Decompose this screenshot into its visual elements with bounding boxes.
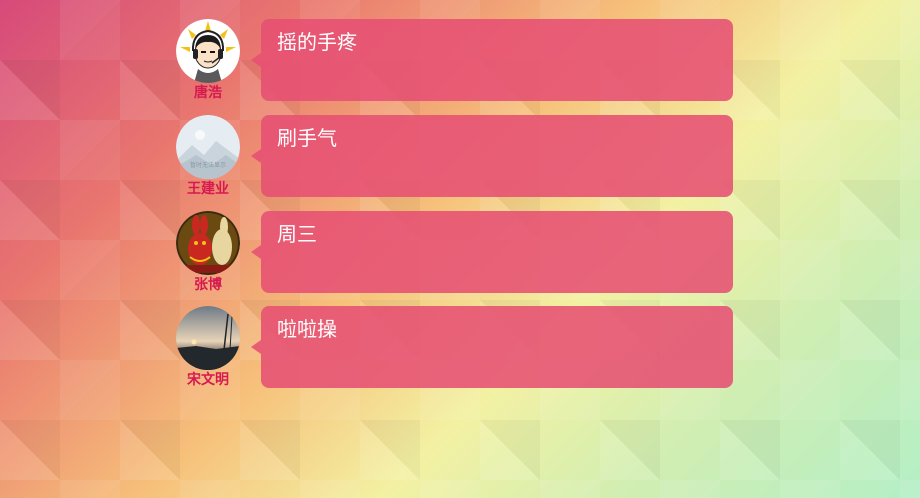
- avatar[interactable]: [176, 306, 240, 370]
- message-item: 唐浩 摇的手疼: [176, 19, 736, 103]
- message-text: 刷手气: [277, 126, 337, 150]
- sender-name: 宋文明: [187, 372, 229, 388]
- avatar[interactable]: 暂时无法显示: [176, 115, 240, 179]
- sender-info: 张博: [176, 211, 240, 293]
- message-bubble: 摇的手疼: [251, 19, 733, 101]
- message-text: 周三: [277, 222, 317, 246]
- sender-info: 暂时无法显示 王建业: [176, 115, 240, 197]
- message-item: 张博 周三: [176, 211, 736, 295]
- sender-info: 唐浩: [176, 19, 240, 101]
- sender-name: 张博: [194, 277, 222, 293]
- avatar[interactable]: [176, 211, 240, 275]
- sender-name: 王建业: [187, 181, 229, 197]
- avatar[interactable]: [176, 19, 240, 83]
- sender-info: 宋文明: [176, 306, 240, 388]
- message-item: 暂时无法显示 王建业 刷手气: [176, 115, 736, 199]
- avatar-caption: 暂时无法显示: [190, 161, 226, 169]
- message-bubble: 刷手气: [251, 115, 733, 197]
- message-text: 啦啦操: [277, 317, 337, 341]
- message-list: 唐浩 摇的手疼 暂时无法显示 王建业 刷手气 张博 周三 宋文明 啦啦操: [0, 0, 920, 498]
- page: 唐浩 摇的手疼 暂时无法显示 王建业 刷手气 张博 周三 宋文明 啦啦操: [0, 0, 920, 498]
- message-item: 宋文明 啦啦操: [176, 306, 736, 390]
- message-bubble: 啦啦操: [251, 306, 733, 388]
- sender-name: 唐浩: [194, 85, 222, 101]
- message-text: 摇的手疼: [277, 30, 357, 54]
- message-bubble: 周三: [251, 211, 733, 293]
